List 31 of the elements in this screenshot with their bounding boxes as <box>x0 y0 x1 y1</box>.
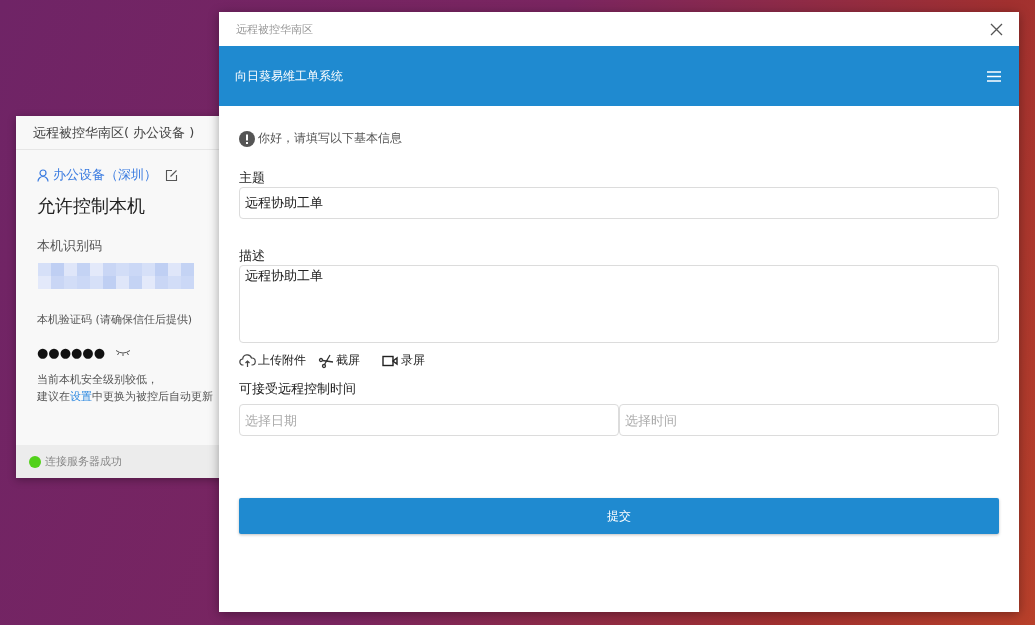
user-icon <box>37 168 49 182</box>
verification-code: ●●●●●● <box>37 345 106 360</box>
settings-link[interactable]: 设置 <box>70 390 92 403</box>
subject-field[interactable]: 远程协助工单 <box>239 187 999 219</box>
status-text: 连接服务器成功 <box>45 454 122 469</box>
video-camera-icon <box>382 354 399 367</box>
description-field[interactable]: 远程协助工单 <box>239 265 999 343</box>
code-label: 本机验证码 (请确保信任后提供) <box>37 312 194 327</box>
header-title: 向日葵易维工单系统 <box>235 67 343 85</box>
notice-text: 你好，请填写以下基本信息 <box>258 130 402 147</box>
field-label: 主题 <box>239 169 266 187</box>
close-icon[interactable] <box>990 22 1003 36</box>
scissors-icon <box>318 352 334 369</box>
device-name: 办公设备（深圳） <box>53 166 157 184</box>
upload-button[interactable]: 上传附件 <box>239 352 306 369</box>
screenshot-button[interactable]: 截屏 <box>318 352 360 369</box>
id-label: 本机识别码 <box>37 237 103 255</box>
edit-icon[interactable] <box>165 168 178 182</box>
date-field[interactable]: 选择日期 <box>239 404 619 436</box>
time-field[interactable]: 选择时间 <box>619 404 999 436</box>
field-label: 描述 <box>239 247 266 265</box>
cloud-upload-icon <box>239 353 256 368</box>
submit-button[interactable]: 提交 <box>239 498 999 534</box>
warning-text: 当前本机安全级别较低， <box>37 372 159 387</box>
eye-closed-icon[interactable] <box>115 349 132 356</box>
window-title: 远程被控华南区 <box>236 21 313 37</box>
menu-icon[interactable] <box>987 70 1001 82</box>
record-button[interactable]: 录屏 <box>382 352 425 369</box>
alert-icon <box>239 130 255 147</box>
field-label: 可接受远程控制时间 <box>239 380 357 398</box>
heading: 允许控制本机 <box>37 194 146 218</box>
